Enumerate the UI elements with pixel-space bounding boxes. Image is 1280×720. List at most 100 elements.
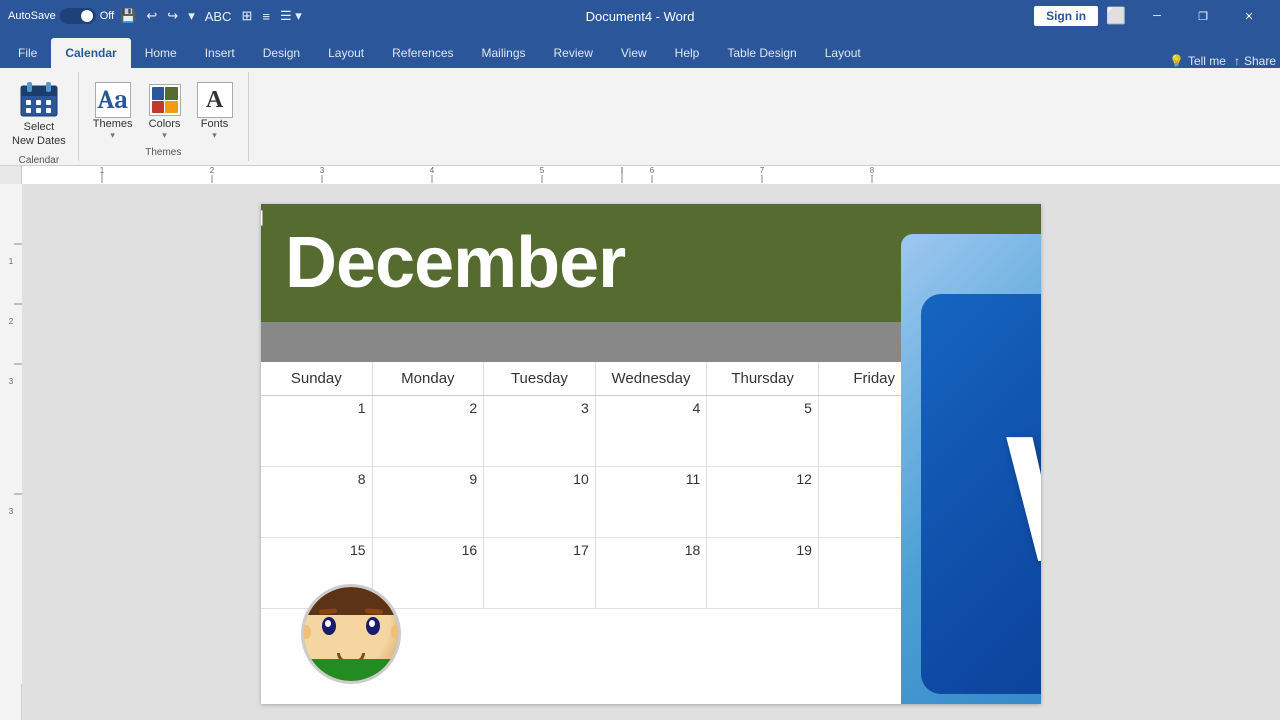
themes-icon: Aa: [95, 82, 131, 118]
day-thursday: Thursday: [707, 362, 819, 395]
calendar-cell: 1: [261, 396, 373, 466]
day-tuesday: Tuesday: [484, 362, 596, 395]
themes-label: Themes: [93, 118, 133, 130]
customize-icon[interactable]: ▾: [188, 8, 195, 24]
title-bar: AutoSave Off 💾 ↩ ↪ ▾ ABC ⊞ ≡ ☰ ▾ Documen…: [0, 0, 1280, 32]
select-new-dates-button[interactable]: Select New Dates: [8, 76, 70, 153]
cell-date: 10: [490, 471, 589, 487]
sign-in-button[interactable]: Sign in: [1034, 6, 1098, 26]
calendar-grid: 1 2 3 4 5 6 7 8 9 10 11 12 13 14: [261, 396, 1041, 609]
svg-text:3: 3: [9, 507, 14, 516]
spelling-icon[interactable]: ABC: [205, 9, 232, 24]
avatar-shirt: [304, 659, 398, 681]
tab-design[interactable]: Design: [249, 38, 314, 68]
fonts-button[interactable]: A Fonts ▾: [191, 78, 239, 145]
themes-ribbon-group: Aa Themes ▾ Colors ▾: [79, 72, 249, 161]
ruler-area: 1 2 3 4 5 | 6 7 8: [0, 166, 1280, 184]
tab-insert[interactable]: Insert: [191, 38, 249, 68]
cell-date: 12: [713, 471, 812, 487]
calendar-gray-bar: [261, 322, 1041, 362]
avatar: [301, 584, 401, 684]
close-button[interactable]: ✕: [1226, 0, 1272, 32]
avatar-eye-white-right: [369, 620, 375, 627]
cell-date: 17: [490, 542, 589, 558]
day-wednesday: Wednesday: [596, 362, 708, 395]
calendar-cell: 13: [819, 467, 931, 537]
tab-table-design[interactable]: Table Design: [713, 38, 810, 68]
format-icon[interactable]: ⊞: [241, 8, 252, 24]
autosave-toggle[interactable]: [60, 8, 96, 24]
cell-date: 3: [490, 400, 589, 416]
share-button[interactable]: ↑ Share: [1234, 54, 1276, 68]
themes-button[interactable]: Aa Themes ▾: [87, 78, 139, 145]
cell-date: 8: [267, 471, 366, 487]
tab-help[interactable]: Help: [661, 38, 714, 68]
svg-text:6: 6: [650, 166, 655, 175]
minimize-button[interactable]: ─: [1134, 0, 1180, 32]
tab-references[interactable]: References: [378, 38, 467, 68]
calendar-cell: 2: [373, 396, 485, 466]
cell-date: 19: [713, 542, 812, 558]
cell-date: 13: [825, 471, 924, 487]
calendar-cell: 20: [819, 538, 931, 608]
cell-date: 4: [602, 400, 701, 416]
avatar-face: [304, 587, 398, 681]
calendar-cell: 19: [707, 538, 819, 608]
cell-date: 6: [825, 400, 924, 416]
tab-review[interactable]: Review: [540, 38, 607, 68]
tell-me-input[interactable]: 💡 Tell me: [1169, 54, 1226, 68]
save-icon[interactable]: 💾: [120, 8, 136, 24]
svg-text:3: 3: [320, 166, 325, 175]
colors-arrow: ▾: [162, 130, 167, 141]
tab-view[interactable]: View: [607, 38, 661, 68]
autosave-knob: [81, 10, 93, 22]
cell-date: 2: [379, 400, 478, 416]
avatar-eye-left: [322, 617, 336, 635]
tab-layout[interactable]: Layout: [314, 38, 378, 68]
restore-button[interactable]: ❐: [1180, 0, 1226, 32]
fonts-label: Fonts: [201, 118, 229, 130]
tab-mailings[interactable]: Mailings: [468, 38, 540, 68]
undo-icon[interactable]: ↩: [146, 8, 157, 24]
svg-text:3: 3: [9, 377, 14, 386]
calendar-cell: 5: [707, 396, 819, 466]
calendar-cell: 21: [930, 538, 1041, 608]
color-swatch-green: [165, 87, 178, 100]
window-controls: ─ ❐ ✕: [1134, 0, 1272, 32]
day-monday: Monday: [373, 362, 485, 395]
document-area: ⊕ December Sunday Monday Tuesday Wednesd…: [22, 184, 1280, 720]
colors-label: Colors: [149, 118, 181, 130]
day-saturday: Saturday: [930, 362, 1041, 395]
avatar-ear-left: [304, 625, 311, 639]
color-swatch-orange: [165, 101, 178, 114]
calendar-row: 8 9 10 11 12 13 14: [261, 467, 1041, 538]
month-title: December: [285, 222, 625, 304]
themes-group-label: Themes: [87, 145, 240, 158]
calendar-icon: [19, 80, 59, 120]
lightbulb-icon: 💡: [1169, 54, 1184, 68]
tab-home[interactable]: Home: [131, 38, 191, 68]
svg-text:1: 1: [9, 257, 14, 266]
colors-button[interactable]: Colors ▾: [141, 78, 189, 145]
select-new-dates-label-2: New Dates: [12, 135, 66, 147]
day-sunday: Sunday: [261, 362, 373, 395]
redo-icon[interactable]: ↪: [167, 8, 178, 24]
calendar-row: 1 2 3 4 5 6 7: [261, 396, 1041, 467]
svg-text:4: 4: [430, 166, 435, 175]
ribbon-display-icon[interactable]: ⬜: [1106, 6, 1126, 26]
title-bar-left: AutoSave Off 💾 ↩ ↪ ▾ ABC ⊞ ≡ ☰ ▾: [8, 8, 302, 24]
move-handle[interactable]: ⊕: [261, 210, 263, 226]
themes-aa-icon: Aa: [95, 82, 131, 118]
share-label: Share: [1244, 54, 1276, 68]
calendar-cell: 11: [596, 467, 708, 537]
tab-layout2[interactable]: Layout: [811, 38, 875, 68]
calendar-cell: 3: [484, 396, 596, 466]
color-swatch-blue: [152, 87, 165, 100]
svg-text:2: 2: [210, 166, 215, 175]
tab-calendar[interactable]: Calendar: [51, 38, 130, 68]
cell-date: 1: [267, 400, 366, 416]
extra-icon[interactable]: ☰ ▾: [280, 8, 302, 24]
tab-file[interactable]: File: [4, 38, 51, 68]
title-bar-right: Sign in ⬜ ─ ❐ ✕: [1034, 0, 1272, 32]
align-icon[interactable]: ≡: [262, 9, 270, 24]
